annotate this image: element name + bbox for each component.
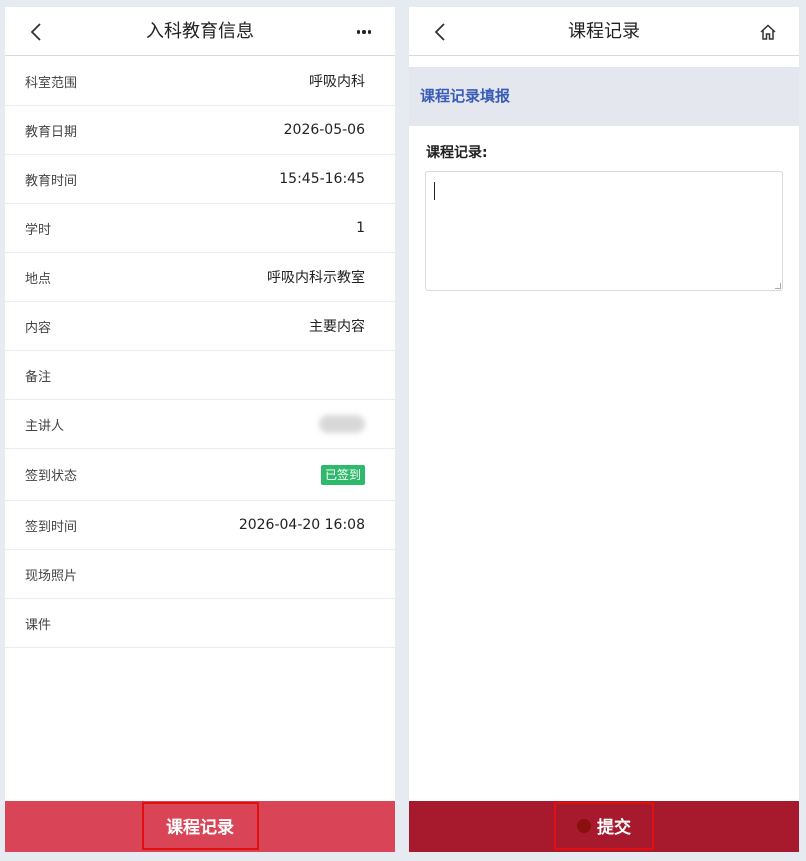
status-badge: 已签到 xyxy=(320,464,365,485)
row-date: 教育日期 2026-05-06 xyxy=(5,106,395,155)
row-value: 呼吸内科 xyxy=(309,74,365,90)
text-caret xyxy=(434,182,435,200)
row-value: 15:45-16:45 xyxy=(279,171,365,187)
bottom-bar: 课程记录 xyxy=(5,801,395,852)
page-title: 入科教育信息 xyxy=(146,21,254,42)
row-label: 内容 xyxy=(25,320,52,336)
row-hours: 学时 1 xyxy=(5,204,395,253)
navbar: 课程记录 xyxy=(409,7,799,56)
more-dots-icon xyxy=(356,30,372,34)
navbar: 入科教育信息 xyxy=(5,7,395,56)
row-location: 地点 呼吸内科示教室 xyxy=(5,253,395,302)
row-label: 教育日期 xyxy=(25,124,78,140)
row-value: 主要内容 xyxy=(309,319,365,335)
bottom-bar: 提交 xyxy=(409,801,799,852)
row-value: 1 xyxy=(356,220,365,236)
right-screen: 课程记录 课程记录填报 课程记录: 提交 xyxy=(409,7,799,852)
page-title: 课程记录 xyxy=(568,21,640,42)
row-label: 课件 xyxy=(25,617,52,633)
row-label: 地点 xyxy=(25,271,52,287)
row-department: 科室范围 呼吸内科 xyxy=(5,57,395,106)
left-screen: 入科教育信息 科室范围 呼吸内科 教育日期 2026-05-06 教育时间 15… xyxy=(5,7,395,852)
section-header: 课程记录填报 xyxy=(409,67,799,126)
row-courseware[interactable]: 课件 xyxy=(5,599,395,648)
resize-handle-icon[interactable] xyxy=(775,283,781,289)
row-label: 主讲人 xyxy=(25,418,65,434)
blurred-speaker-name xyxy=(319,415,365,433)
course-record-button-label: 课程记录 xyxy=(166,818,234,838)
back-button[interactable] xyxy=(423,17,457,47)
row-value: 2026-05-06 xyxy=(283,122,365,138)
row-label: 签到状态 xyxy=(25,469,78,484)
back-button[interactable] xyxy=(19,17,53,47)
dot-icon xyxy=(577,818,591,833)
row-remark: 备注 xyxy=(5,351,395,400)
submit-button[interactable]: 提交 xyxy=(554,801,654,850)
course-record-button[interactable]: 课程记录 xyxy=(141,801,259,850)
course-record-textarea[interactable] xyxy=(425,171,783,291)
row-time: 教育时间 15:45-16:45 xyxy=(5,155,395,204)
row-checkin-time: 签到时间 2026-04-20 16:08 xyxy=(5,501,395,550)
row-checkin-status: 签到状态 已签到 xyxy=(5,449,395,501)
row-label: 现场照片 xyxy=(25,568,78,584)
row-speaker: 主讲人 xyxy=(5,400,395,449)
row-label: 备注 xyxy=(25,369,52,385)
field-label: 课程记录: xyxy=(426,145,488,161)
row-value: 2026-04-20 16:08 xyxy=(238,517,365,533)
info-list: 科室范围 呼吸内科 教育日期 2026-05-06 教育时间 15:45-16:… xyxy=(5,57,395,648)
row-label: 科室范围 xyxy=(25,75,78,91)
row-label: 学时 xyxy=(25,222,52,238)
more-button[interactable] xyxy=(347,17,381,47)
row-label: 教育时间 xyxy=(25,173,78,189)
chevron-left-icon xyxy=(434,23,445,41)
submit-button-label: 提交 xyxy=(597,818,631,838)
row-label: 签到时间 xyxy=(25,519,78,535)
row-photos[interactable]: 现场照片 xyxy=(5,550,395,599)
row-value: 呼吸内科示教室 xyxy=(267,270,365,286)
row-content: 内容 主要内容 xyxy=(5,302,395,351)
home-icon xyxy=(760,24,776,40)
home-button[interactable] xyxy=(751,17,785,47)
chevron-left-icon xyxy=(30,23,41,41)
